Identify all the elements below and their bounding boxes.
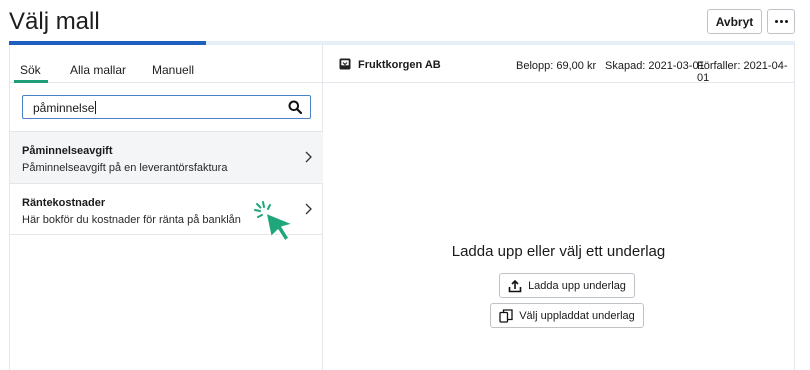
document-pane: Fruktkorgen AB Belopp: 69,00 kr Skapad: … [323, 45, 794, 370]
result-title: Påminnelseavgift [22, 145, 113, 157]
more-horizontal-icon [774, 20, 788, 23]
document-header: Fruktkorgen AB Belopp: 69,00 kr Skapad: … [323, 45, 794, 84]
choose-button-label: Välj uppladdat underlag [519, 309, 635, 322]
text-caret [95, 101, 97, 114]
upload-document-button[interactable]: Ladda upp underlag [499, 273, 635, 298]
page-title: Välj mall [9, 8, 100, 35]
created-date: Skapad: 2021-03-01 [605, 60, 705, 72]
tab-search[interactable]: Sök [20, 63, 41, 77]
copy-documents-icon [499, 308, 513, 323]
more-button[interactable] [767, 9, 795, 34]
chevron-right-icon [305, 151, 312, 163]
upload-icon [508, 279, 522, 292]
tab-bar: Sök Alla mallar Manuell [10, 45, 323, 83]
tab-manual[interactable]: Manuell [152, 63, 194, 77]
template-list-pane: Sök Alla mallar Manuell påminnelse Påmin… [10, 45, 323, 370]
amount-text: Belopp: 69,00 kr [516, 60, 597, 72]
search-input[interactable]: påminnelse [22, 95, 311, 119]
result-description: Påminnelseavgift på en leverantörsfaktur… [22, 162, 228, 174]
active-tab-indicator [14, 80, 48, 83]
chevron-right-icon [305, 203, 312, 215]
search-value: påminnelse [33, 101, 95, 115]
template-panel: Sök Alla mallar Manuell påminnelse Påmin… [9, 45, 795, 370]
result-description: Här bokför du kostnader för ränta på ban… [22, 214, 241, 226]
list-item[interactable]: Påminnelseavgift Påminnelseavgift på en … [10, 131, 323, 183]
search-icon[interactable] [288, 100, 302, 114]
cancel-button[interactable]: Avbryt [707, 9, 762, 34]
click-cursor-icon [254, 201, 294, 242]
inbox-icon [339, 58, 351, 70]
upload-button-label: Ladda upp underlag [528, 279, 626, 292]
due-date: Förfaller: 2021-04-01 [697, 60, 788, 84]
tab-all-templates[interactable]: Alla mallar [70, 63, 126, 77]
result-title: Räntekostnader [22, 197, 106, 209]
choose-uploaded-button[interactable]: Välj uppladdat underlag [490, 303, 644, 328]
supplier-name: Fruktkorgen AB [358, 59, 441, 71]
upload-heading: Ladda upp eller välj ett underlag [451, 243, 666, 260]
